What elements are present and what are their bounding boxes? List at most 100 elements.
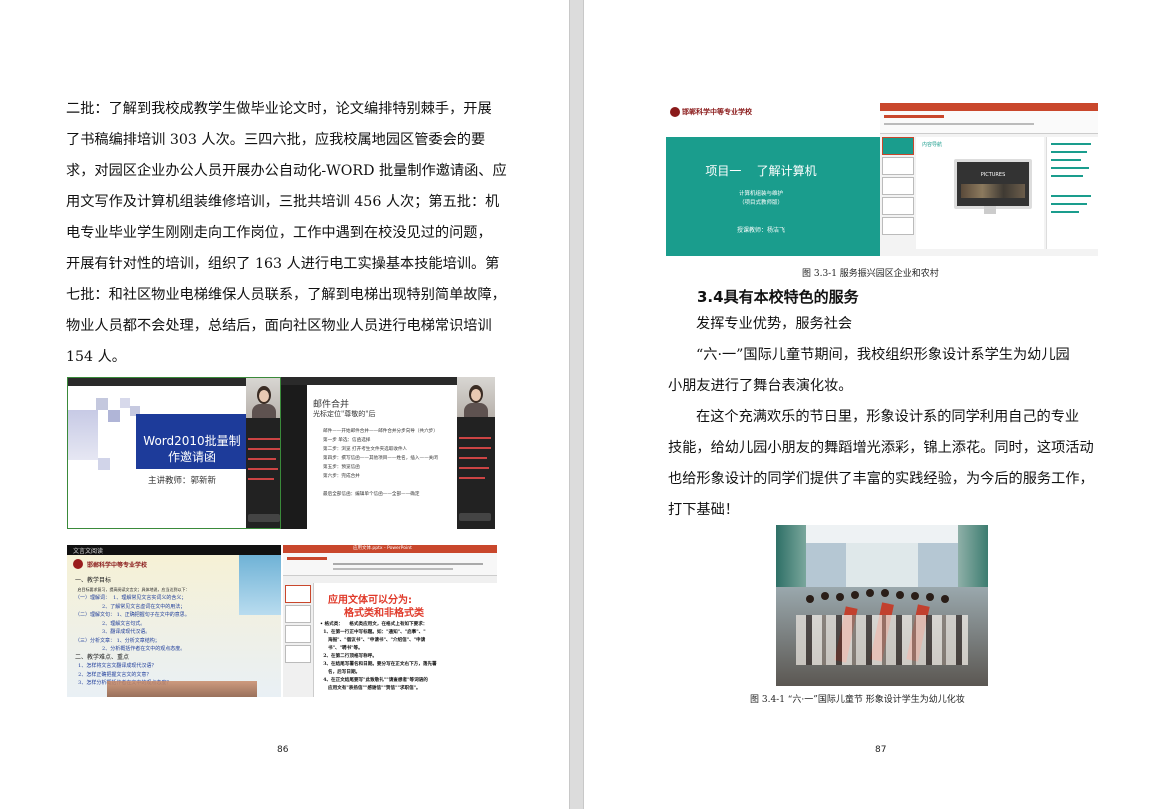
outline-item: （一）理解词： 1、理解常见文言实词义的含义； <box>75 595 187 601</box>
ppt-titlebar <box>880 103 1098 111</box>
window-title: 文言文阅读 <box>73 548 104 555</box>
photo-kindergarten-makeup <box>776 525 988 686</box>
slide-canvas: 应用文体可以分为: 格式类和非格式类 • 格式类： 格式类应用文，在格式上有如下… <box>313 583 497 697</box>
bullet-item: 4、在正文结尾要写"此致敬礼""请查想者"等词语的 <box>320 678 428 683</box>
bullet-item: • 格式类： 格式类应用文，在格式上有如下要求： <box>320 622 428 627</box>
page-87: 邯郸科学中等专业学校 项目一 了解计算机 计算机组装与维护 （项目式教师版） 授… <box>584 0 1161 809</box>
slide-thumbnail[interactable] <box>285 585 311 603</box>
outline-pane <box>1046 137 1098 249</box>
slide-thumbnail[interactable] <box>882 217 914 235</box>
step-item: 第一步 单选：信函选择 <box>323 438 371 443</box>
step-item: 最后全部信函：编辑单个信函——全部——确定 <box>323 492 420 497</box>
section-heading: 3.4具有本校特色的服务 <box>697 288 859 306</box>
slide-canvas: 邯郸科学中等专业学校 一、教学目标 启目标要求复习，提高阅读文言文；具体地说，应… <box>67 555 281 697</box>
outline-item: （三）分析文章： 1、分析文章结构； <box>75 637 160 644</box>
step-item: 第四步：撰写信函——其他项目——姓名，插入——关闭 <box>323 456 438 461</box>
slide-thumbnail[interactable] <box>285 625 311 643</box>
slide-canvas: 邮件合并 光标定位"尊敬的"后 邮件——开始邮件合并——邮件合并分步向导（共六步… <box>307 385 457 529</box>
outline-item: 2、理解文言句式。 <box>75 620 146 627</box>
outline-item: 3、翻译成现代汉语。 <box>75 629 151 635</box>
outline-item: 2、怎样正确把握文言文的文意？ <box>75 671 152 678</box>
figure-word2010-slide: Word2010批量制作邀请函 主讲教师：郭新新 <box>67 377 281 529</box>
step-item: 第六步：完成合并 <box>323 474 360 479</box>
bullet-item: 书"、"聘书"等。 <box>320 646 363 651</box>
outline-item: 1、怎样将文言文翻译成现代汉语？ <box>75 663 157 669</box>
figure-applied-writing-ppt: 应用文体.pptx - PowerPoint 应用文体可以分为: 格式类和非格式… <box>283 545 497 697</box>
webcam-thumbnail <box>457 377 495 417</box>
figure-caption: 图 3.3-1 服务振兴园区企业和农村 <box>802 269 939 279</box>
page86-body: 二批：了解到我校成教学生做毕业论文时，论文编排特别棘手，开展 了书稿编排培训 3… <box>66 94 507 373</box>
text-line: “六·一”国际儿童节期间，我校组织形象设计系学生为幼儿园 <box>696 347 1070 363</box>
figure-computer-course-slides: 邯郸科学中等专业学校 项目一 了解计算机 计算机组装与维护 （项目式教师版） 授… <box>666 103 1098 256</box>
step-item: 第二步：浏览 打开考生文件夹选取收件人 <box>323 447 408 452</box>
text-line: 用文写作及计算机组装维修培训，三批共培训 456 人次；第五批：机 <box>66 194 500 210</box>
school-logo-text: 邯郸科学中等专业学校 <box>682 107 752 116</box>
slide-thumbnail[interactable] <box>882 177 914 195</box>
school-logo-text: 邯郸科学中等专业学校 <box>87 562 148 569</box>
text-line: 154 人。 <box>66 349 126 365</box>
steps-list: 邮件——开始邮件合并——邮件合并分步向导（共六步） 第一步 单选：信函选择 第二… <box>323 427 438 499</box>
page87-body: 发挥专业优势，服务社会 “六·一”国际儿童节期间，我校组织形象设计系学生为幼儿园… <box>668 309 1096 526</box>
page-number: 86 <box>277 745 289 755</box>
slide-teacher: 授课教师：杨洁飞 <box>736 227 785 234</box>
text-line: 物业人员都不会处理，总结后，面向社区物业人员进行电梯常识培训 <box>66 318 492 334</box>
slide-canvas: Word2010批量制作邀请函 主讲教师：郭新新 <box>68 378 246 528</box>
text-line: 了书稿编排培训 303 人次。三四六批，应我校属地园区管委会的要 <box>66 132 486 148</box>
ppt-panel-title: 内容导航 <box>922 142 943 148</box>
video-sidebar <box>246 378 280 528</box>
text-line: 二批：了解到我校成教学生做毕业论文时，论文编排特别棘手，开展 <box>66 101 492 117</box>
ppt-app-title: 应用文体.pptx - PowerPoint <box>353 546 412 551</box>
bullet-item: 1、在第一行正中写标题。如："通知"、"启事"、" <box>320 630 426 635</box>
page-number: 87 <box>875 745 887 755</box>
pictures-label: PICTURES <box>980 172 1006 178</box>
ppt-titlebar: 应用文体.pptx - PowerPoint <box>283 545 497 553</box>
bullet-item: 3、在结尾写署名和日期。要分写在正文右下方，落先署 <box>320 662 437 667</box>
figure-classical-chinese-slide: 文言文阅读 邯郸科学中等专业学校 一、教学目标 启目标要求复习，提高阅读文言文；… <box>67 545 281 697</box>
step-item: 邮件——开始邮件合并——邮件合并分步向导（共六步） <box>323 429 438 434</box>
window-titlebar: 文言文阅读 <box>67 545 281 555</box>
video-sidebar <box>457 377 495 529</box>
ppt-ribbon <box>283 553 497 576</box>
slide-subtitle: 光标定位"尊敬的"后 <box>313 410 376 418</box>
presenter-label: 主讲教师：郭新新 <box>148 476 217 486</box>
text-line: 打下基础！ <box>668 502 739 518</box>
text-line: 开展有针对性的培训，组织了 163 人进行电工实操基本技能培训。第 <box>66 256 500 272</box>
text-line: 技能，给幼儿园小朋友的舞蹈增光添彩，锦上添花。同时，这项活动 <box>668 440 1094 456</box>
outline-item: 2、了解常见文言虚词在文中的用法； <box>75 603 186 610</box>
slide-sub2: （项目式教师版） <box>738 200 783 206</box>
slide-heading-2: 格式类和非格式类 <box>344 608 424 619</box>
monitor-image: PICTURES <box>954 159 1032 209</box>
slide-title: Word2010批量制作邀请函 <box>143 434 241 464</box>
figure-mail-merge-slide: 邮件合并 光标定位"尊敬的"后 邮件——开始邮件合并——邮件合并分步向导（共六步… <box>281 377 495 529</box>
text-line: 七批：和社区物业电梯维保人员联系，了解到电梯出现特别简单故障， <box>66 287 506 303</box>
text-line: 也给形象设计的同学们提供了丰富的实践经验，为今后的服务工作， <box>668 471 1094 487</box>
outline-item: 2、分析概括作者在文中的观点态度。 <box>75 646 186 652</box>
text-line: 小朋友进行了舞台表演化妆。 <box>668 378 853 394</box>
text-line: 求，对园区企业办公人员开展办公自动化-WORD 批量制作邀请函、应 <box>66 163 507 179</box>
outline-item: 启目标要求复习，提高阅读文言文；具体地说，应当达到以下： <box>75 586 190 592</box>
text-line: 电专业毕业学生刚刚走向工作岗位，工作中遇到在校没见过的问题， <box>66 225 492 241</box>
ppt-ribbon <box>880 111 1098 134</box>
page-gutter <box>569 0 584 809</box>
slide-title: 项目一 了解计算机 <box>705 164 817 178</box>
school-logo-icon <box>670 107 680 117</box>
slide-thumbnail[interactable] <box>285 605 311 623</box>
text-line: 在这个充满欢乐的节日里，形象设计系的同学利用自己的专业 <box>696 409 1080 425</box>
outline-item: 二、教学难点、重点 <box>75 653 130 661</box>
slide-thumbnail[interactable] <box>285 645 311 663</box>
slide-editor-canvas: 内容导航 PICTURES <box>916 137 1044 249</box>
campus-building-image <box>107 681 257 697</box>
lesson-outline: 一、教学目标 启目标要求复习，提高阅读文言文；具体地说，应当达到以下： （一）理… <box>75 577 190 688</box>
slide-thumbnail[interactable] <box>882 197 914 215</box>
figure-caption: 图 3.4-1 “六·一”国际儿童节 形象设计学生为幼儿化妆 <box>750 695 965 705</box>
slide-thumbnail[interactable] <box>882 157 914 175</box>
text-line: 发挥专业优势，服务社会 <box>696 316 853 332</box>
slide-thumbnail[interactable] <box>882 137 914 155</box>
step-item: 第五步：预览信函 <box>323 465 360 470</box>
webcam-thumbnail <box>246 378 280 418</box>
outline-item: （二）理解文句： 1、正确把握句子在文中的意思。 <box>75 612 190 618</box>
outline-item: 一、教学目标 <box>75 577 112 584</box>
bullet-item: 应用文有"表扬信""感谢信""贺信""求职信"。 <box>320 686 421 691</box>
bullet-item: 海报"、"倡议书"、"申请书"、"介绍信"、"申请 <box>320 638 426 643</box>
bullet-item: 名，后写日期。 <box>320 670 361 675</box>
